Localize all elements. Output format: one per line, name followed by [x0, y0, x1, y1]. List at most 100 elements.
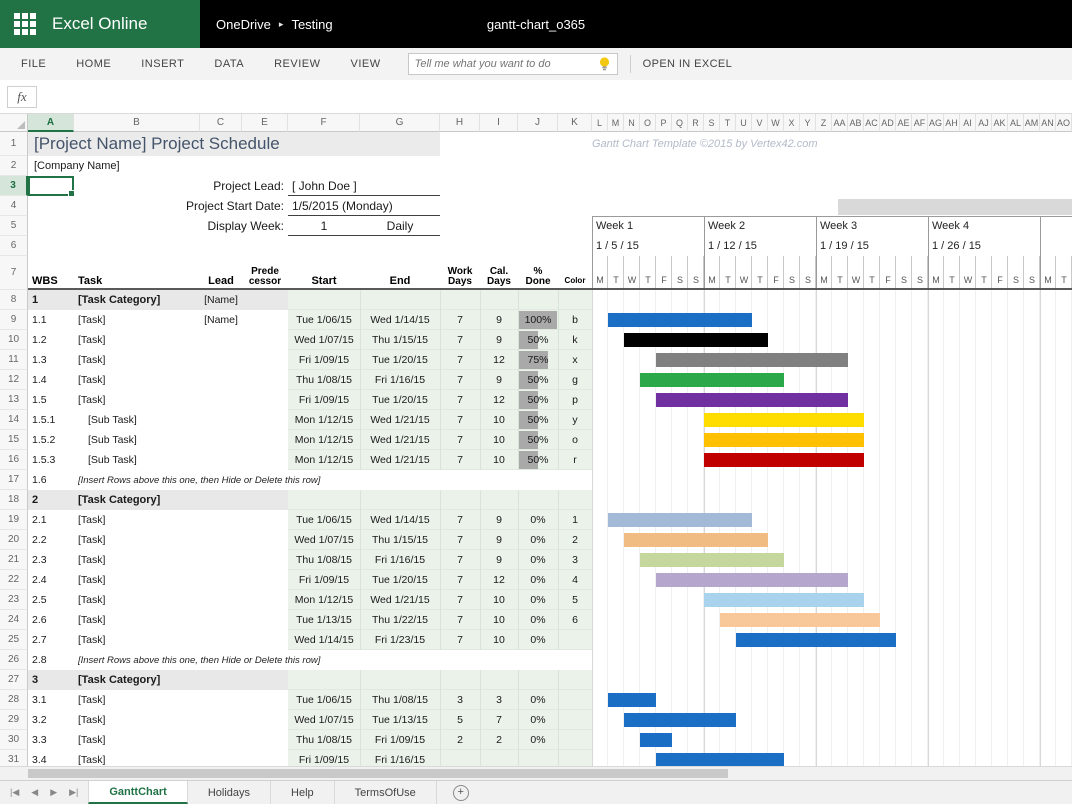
- row-header-9[interactable]: 9: [0, 310, 28, 330]
- column-header-Z[interactable]: Z: [816, 114, 832, 132]
- day-letter[interactable]: F: [880, 270, 896, 290]
- cell-B30[interactable]: [Task]: [78, 730, 200, 750]
- cell-H19[interactable]: 7: [440, 510, 480, 530]
- cell-H21[interactable]: 7: [440, 550, 480, 570]
- cell-B18[interactable]: [Task Category]: [78, 490, 200, 510]
- cell-F5[interactable]: 1: [288, 216, 360, 236]
- cell-J28[interactable]: 0%: [518, 690, 558, 710]
- cell-F30[interactable]: Thu 1/08/15: [288, 730, 360, 750]
- next-sheet-icon[interactable]: ▶: [50, 787, 57, 798]
- add-sheet-button[interactable]: +: [453, 785, 469, 801]
- cell-J30[interactable]: 0%: [518, 730, 558, 750]
- cell-J13[interactable]: 50%: [518, 390, 558, 410]
- cell-A1[interactable]: [Project Name] Project Schedule: [34, 132, 438, 156]
- sheet-tab-ganttchart[interactable]: GanttChart: [88, 781, 187, 804]
- row-header-15[interactable]: 15: [0, 430, 28, 450]
- cell-K24[interactable]: 6: [558, 610, 592, 630]
- cell-K14[interactable]: y: [558, 410, 592, 430]
- cell-A29[interactable]: 3.2: [32, 710, 74, 730]
- cell-A11[interactable]: 1.3: [32, 350, 74, 370]
- column-header-J[interactable]: J: [518, 114, 558, 132]
- cell-F16[interactable]: Mon 1/12/15: [288, 450, 360, 470]
- column-header-X[interactable]: X: [784, 114, 800, 132]
- sheet-tab-termsofuse[interactable]: TermsOfUse: [335, 781, 437, 804]
- cell-G19[interactable]: Wed 1/14/15: [360, 510, 440, 530]
- sheet-tab-help[interactable]: Help: [271, 781, 335, 804]
- cell-G10[interactable]: Thu 1/15/15: [360, 330, 440, 350]
- row-header-3[interactable]: 3: [0, 176, 28, 196]
- week-date-4[interactable]: 1 / 26 / 15: [932, 236, 1036, 256]
- cell-F4[interactable]: 1/5/2015 (Monday): [292, 196, 442, 216]
- day-letter[interactable]: W: [960, 270, 976, 290]
- cell-A27[interactable]: 3: [32, 670, 74, 690]
- cell-K11[interactable]: x: [558, 350, 592, 370]
- cell-B25[interactable]: [Task]: [78, 630, 200, 650]
- week-label-3[interactable]: Week 3: [820, 216, 924, 236]
- day-letter[interactable]: S: [672, 270, 688, 290]
- table-header-end[interactable]: End: [360, 256, 440, 290]
- table-header-wbs[interactable]: WBS: [32, 256, 74, 290]
- row-header-11[interactable]: 11: [0, 350, 28, 370]
- cell-J19[interactable]: 0%: [518, 510, 558, 530]
- cell-B27[interactable]: [Task Category]: [78, 670, 200, 690]
- cell-G13[interactable]: Tue 1/20/15: [360, 390, 440, 410]
- cell-F11[interactable]: Fri 1/09/15: [288, 350, 360, 370]
- cell-B22[interactable]: [Task]: [78, 570, 200, 590]
- column-header-AD[interactable]: AD: [880, 114, 896, 132]
- table-header-color[interactable]: Color: [558, 256, 592, 290]
- cell-I10[interactable]: 9: [480, 330, 518, 350]
- cell-H22[interactable]: 7: [440, 570, 480, 590]
- day-letter[interactable]: F: [656, 270, 672, 290]
- cell-G16[interactable]: Wed 1/21/15: [360, 450, 440, 470]
- day-letter[interactable]: T: [864, 270, 880, 290]
- day-letter[interactable]: T: [1056, 270, 1072, 290]
- day-letter[interactable]: S: [1024, 270, 1040, 290]
- tell-me-box[interactable]: [408, 53, 618, 75]
- day-letter[interactable]: W: [736, 270, 752, 290]
- cell-K9[interactable]: b: [558, 310, 592, 330]
- cell-G24[interactable]: Thu 1/22/15: [360, 610, 440, 630]
- cell-G25[interactable]: Fri 1/23/15: [360, 630, 440, 650]
- day-letter[interactable]: W: [848, 270, 864, 290]
- row-header-19[interactable]: 19: [0, 510, 28, 530]
- horizontal-scrollbar[interactable]: [0, 766, 1072, 780]
- table-header-cal[interactable]: Cal. Days: [480, 256, 518, 290]
- row-header-5[interactable]: 5: [0, 216, 28, 236]
- column-header-N[interactable]: N: [624, 114, 640, 132]
- day-letter[interactable]: F: [768, 270, 784, 290]
- formula-input[interactable]: [45, 86, 1072, 108]
- cell-A10[interactable]: 1.2: [32, 330, 74, 350]
- cell-B10[interactable]: [Task]: [78, 330, 200, 350]
- cell-B19[interactable]: [Task]: [78, 510, 200, 530]
- cell-G15[interactable]: Wed 1/21/15: [360, 430, 440, 450]
- column-header-AM[interactable]: AM: [1024, 114, 1040, 132]
- cell-A9[interactable]: 1.1: [32, 310, 74, 330]
- cell-I24[interactable]: 10: [480, 610, 518, 630]
- cell-I12[interactable]: 9: [480, 370, 518, 390]
- column-header-Y[interactable]: Y: [800, 114, 816, 132]
- cell-H30[interactable]: 2: [440, 730, 480, 750]
- cell-G23[interactable]: Wed 1/21/15: [360, 590, 440, 610]
- cell-B9[interactable]: [Task]: [78, 310, 200, 330]
- cell-K22[interactable]: 4: [558, 570, 592, 590]
- row-header-27[interactable]: 27: [0, 670, 28, 690]
- column-header-T[interactable]: T: [720, 114, 736, 132]
- cell-H28[interactable]: 3: [440, 690, 480, 710]
- cell-F14[interactable]: Mon 1/12/15: [288, 410, 360, 430]
- cell-A14[interactable]: 1.5.1: [32, 410, 74, 430]
- cell-I14[interactable]: 10: [480, 410, 518, 430]
- cell-G28[interactable]: Thu 1/08/15: [360, 690, 440, 710]
- column-header-C[interactable]: C: [200, 114, 242, 132]
- day-letter[interactable]: T: [752, 270, 768, 290]
- cell-F22[interactable]: Fri 1/09/15: [288, 570, 360, 590]
- cell-G22[interactable]: Tue 1/20/15: [360, 570, 440, 590]
- day-letter[interactable]: S: [784, 270, 800, 290]
- week-label-2[interactable]: Week 2: [708, 216, 812, 236]
- cell-F23[interactable]: Mon 1/12/15: [288, 590, 360, 610]
- week-label-1[interactable]: Week 1: [596, 216, 700, 236]
- week-label-4[interactable]: Week 4: [932, 216, 1036, 236]
- cell-F25[interactable]: Wed 1/14/15: [288, 630, 360, 650]
- cell-C8[interactable]: [Name]: [200, 290, 242, 310]
- cell-J21[interactable]: 0%: [518, 550, 558, 570]
- cell-H29[interactable]: 5: [440, 710, 480, 730]
